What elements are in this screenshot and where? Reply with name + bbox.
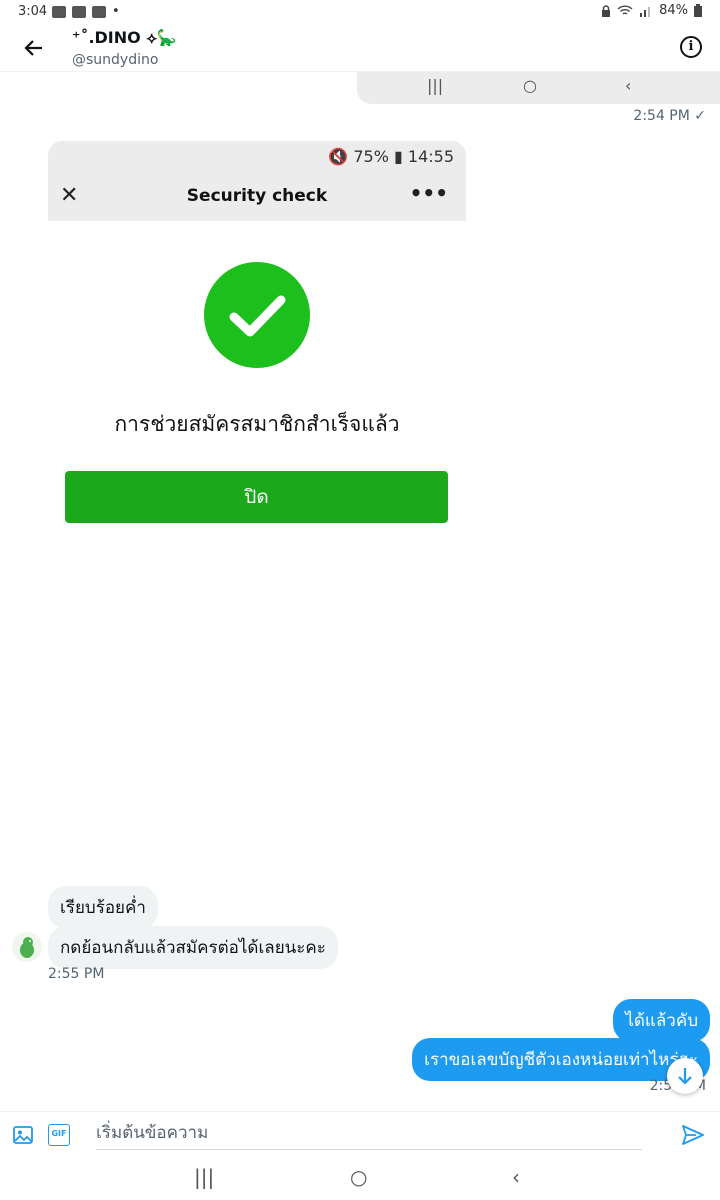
screenshot-image-top[interactable]: ||| ○ ‹ bbox=[357, 72, 720, 104]
image-icon[interactable] bbox=[12, 1124, 34, 1146]
contact-handle[interactable]: @sundydino bbox=[72, 52, 158, 68]
back-nav-icon[interactable]: ‹ bbox=[512, 1165, 520, 1189]
status-right: 84% bbox=[601, 3, 702, 18]
status-time: 3:04 bbox=[18, 4, 48, 19]
screenshot-close-button: ปิด bbox=[65, 471, 448, 523]
battery-icon bbox=[694, 4, 702, 17]
conversation-header: ⁺˚.DINO ⟡🦕 @sundydino i bbox=[0, 24, 720, 72]
chat-notification-icon bbox=[52, 5, 66, 18]
wifi-icon bbox=[617, 4, 633, 15]
more-notifications-dot-icon: • bbox=[112, 4, 120, 19]
battery-percent: 84% bbox=[659, 3, 688, 18]
message-composer: GIF bbox=[0, 1111, 720, 1157]
success-message: การช่วยสมัครสมาชิกสำเร็จแล้ว bbox=[114, 412, 400, 436]
back-arrow-icon[interactable] bbox=[20, 34, 48, 62]
scroll-to-bottom-button[interactable] bbox=[667, 1058, 703, 1094]
message-input[interactable] bbox=[96, 1116, 642, 1150]
info-icon[interactable]: i bbox=[680, 36, 702, 58]
contact-name[interactable]: ⁺˚.DINO ⟡🦕 bbox=[72, 28, 177, 48]
received-message[interactable]: เรียบร้อยค่ำ bbox=[48, 886, 158, 929]
line-notification-icon bbox=[72, 5, 86, 18]
signal-icon bbox=[640, 6, 651, 17]
home-nav-icon: ○ bbox=[523, 76, 537, 95]
notification-icons: • bbox=[52, 4, 120, 19]
recents-nav-icon: ||| bbox=[427, 76, 444, 95]
avatar[interactable] bbox=[12, 932, 42, 962]
sent-message[interactable]: เราขอเลขบัญชีตัวเองหน่อยเท่าไหร่ฮะ bbox=[412, 1038, 710, 1081]
gif-icon[interactable]: GIF bbox=[48, 1124, 70, 1146]
screenshot-status-bar: 🔇 75% ▮ 14:55 bbox=[328, 147, 454, 166]
send-icon[interactable] bbox=[680, 1122, 706, 1148]
back-nav-icon: ‹ bbox=[625, 76, 632, 95]
system-nav-bar: ||| ○ ‹ bbox=[0, 1157, 720, 1200]
image-notification-icon bbox=[92, 5, 106, 18]
message-timestamp: 2:54 PM ✓ bbox=[633, 108, 706, 124]
status-bar: 3:04 • 84% bbox=[0, 0, 720, 24]
success-check-icon bbox=[204, 262, 310, 368]
message-timestamp: 2:55 PM bbox=[48, 966, 105, 982]
lock-icon bbox=[602, 4, 611, 17]
screenshot-more-icon: ••• bbox=[409, 181, 448, 205]
screenshot-title: Security check bbox=[186, 186, 328, 206]
screenshot-image[interactable]: 🔇 75% ▮ 14:55 ✕ Security check ••• bbox=[48, 141, 466, 221]
home-nav-icon[interactable]: ○ bbox=[350, 1165, 367, 1189]
received-message[interactable]: กดย้อนกลับแล้วสมัครต่อได้เลยนะคะ bbox=[48, 926, 338, 969]
arrow-down-icon bbox=[678, 1068, 692, 1085]
recents-nav-icon[interactable]: ||| bbox=[194, 1165, 214, 1189]
sent-message[interactable]: ได้แล้วคับ bbox=[613, 999, 710, 1042]
